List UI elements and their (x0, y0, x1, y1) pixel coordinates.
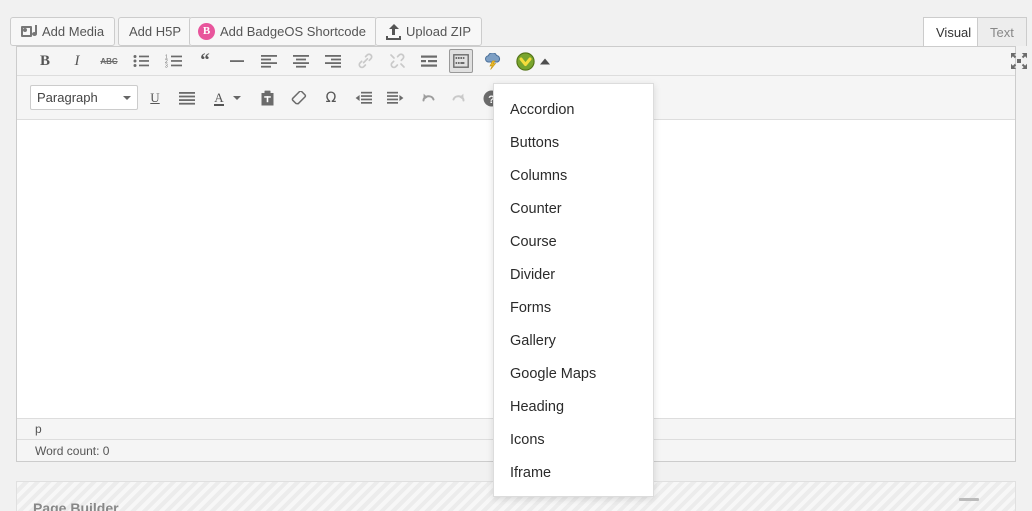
redo-button[interactable] (447, 86, 471, 110)
collapse-triangle-button[interactable] (536, 49, 554, 73)
decrease-indent-button[interactable] (351, 86, 375, 110)
element-path-value[interactable]: p (35, 422, 42, 436)
menu-item-divider[interactable]: Divider (494, 258, 653, 291)
text-color-button[interactable]: A (207, 86, 231, 110)
menu-item-columns[interactable]: Columns (494, 159, 653, 192)
text-color-caret[interactable] (229, 86, 245, 110)
tab-text-label: Text (990, 24, 1014, 40)
paragraph-format-select[interactable]: Paragraph (30, 85, 138, 110)
fullscreen-button[interactable] (1007, 49, 1031, 73)
tab-visual[interactable]: Visual (923, 17, 985, 47)
menu-item-icons[interactable]: Icons (494, 423, 653, 456)
badgeos-letter: B (202, 25, 211, 37)
page-builder-title: Page Builder (33, 500, 119, 511)
undo-button[interactable] (415, 86, 439, 110)
remove-link-button[interactable] (385, 49, 409, 73)
align-center-button[interactable] (289, 49, 313, 73)
clear-formatting-button[interactable] (287, 86, 311, 110)
tab-visual-label: Visual (936, 25, 972, 40)
special-character-button[interactable]: Ω (319, 86, 343, 110)
italic-button[interactable]: I (65, 49, 89, 73)
add-badgeos-shortcode-button[interactable]: B Add BadgeOS Shortcode (189, 17, 377, 46)
green-chevron-button[interactable] (513, 49, 537, 73)
menu-item-accordion[interactable]: Accordion (494, 93, 653, 126)
add-media-icon (21, 24, 37, 40)
insert-link-button[interactable] (353, 49, 377, 73)
badgeos-icon: B (198, 23, 215, 40)
media-buttons-bar: Add Media Add H5P B Add BadgeOS Shortcod… (0, 0, 1032, 50)
menu-item-buttons[interactable]: Buttons (494, 126, 653, 159)
align-left-button[interactable] (257, 49, 281, 73)
toolbar-toggle-button[interactable] (449, 49, 473, 73)
chevron-down-icon (123, 95, 131, 100)
wordpress-editor-screen: Add Media Add H5P B Add BadgeOS Shortcod… (0, 0, 1032, 511)
menu-item-course[interactable]: Course (494, 225, 653, 258)
menu-item-forms[interactable]: Forms (494, 291, 653, 324)
editor-toolbar-row-1: B I ABC 1 2 3 “ (17, 47, 1027, 76)
justify-button[interactable] (175, 86, 199, 110)
underline-button[interactable]: U (143, 86, 167, 110)
menu-item-heading[interactable]: Heading (494, 390, 653, 423)
add-media-button[interactable]: Add Media (10, 17, 116, 46)
shortcode-element-menu: Accordion Buttons Columns Counter Course… (493, 83, 654, 497)
strikethrough-button[interactable]: ABC (97, 49, 121, 73)
horizontal-line-button[interactable] (225, 49, 249, 73)
add-badgeos-label: Add BadgeOS Shortcode (220, 24, 366, 39)
tab-text[interactable]: Text (977, 17, 1027, 46)
bulleted-list-button[interactable] (129, 49, 153, 73)
add-h5p-label: Add H5P (129, 24, 182, 39)
increase-indent-button[interactable] (383, 86, 407, 110)
upload-zip-label: Upload ZIP (406, 24, 472, 39)
align-right-button[interactable] (321, 49, 345, 73)
menu-item-gallery[interactable]: Gallery (494, 324, 653, 357)
storm-shortcode-button[interactable] (481, 49, 505, 73)
svg-text:3: 3 (165, 64, 168, 68)
add-h5p-button[interactable]: Add H5P (118, 17, 193, 46)
paste-as-text-button[interactable] (255, 86, 279, 110)
upload-zip-button[interactable]: Upload ZIP (375, 17, 483, 46)
menu-item-iframe[interactable]: Iframe (494, 456, 653, 489)
menu-item-counter[interactable]: Counter (494, 192, 653, 225)
paragraph-format-label: Paragraph (37, 90, 98, 105)
read-more-button[interactable] (417, 49, 441, 73)
blockquote-button[interactable]: “ (193, 49, 217, 73)
word-count-label: Word count: 0 (35, 443, 110, 458)
bold-button[interactable]: B (33, 49, 57, 73)
panel-drag-handle[interactable] (959, 498, 979, 501)
numbered-list-button[interactable]: 1 2 3 (161, 49, 185, 73)
menu-item-google-maps[interactable]: Google Maps (494, 357, 653, 390)
add-media-label: Add Media (42, 24, 105, 39)
upload-icon (386, 23, 401, 40)
